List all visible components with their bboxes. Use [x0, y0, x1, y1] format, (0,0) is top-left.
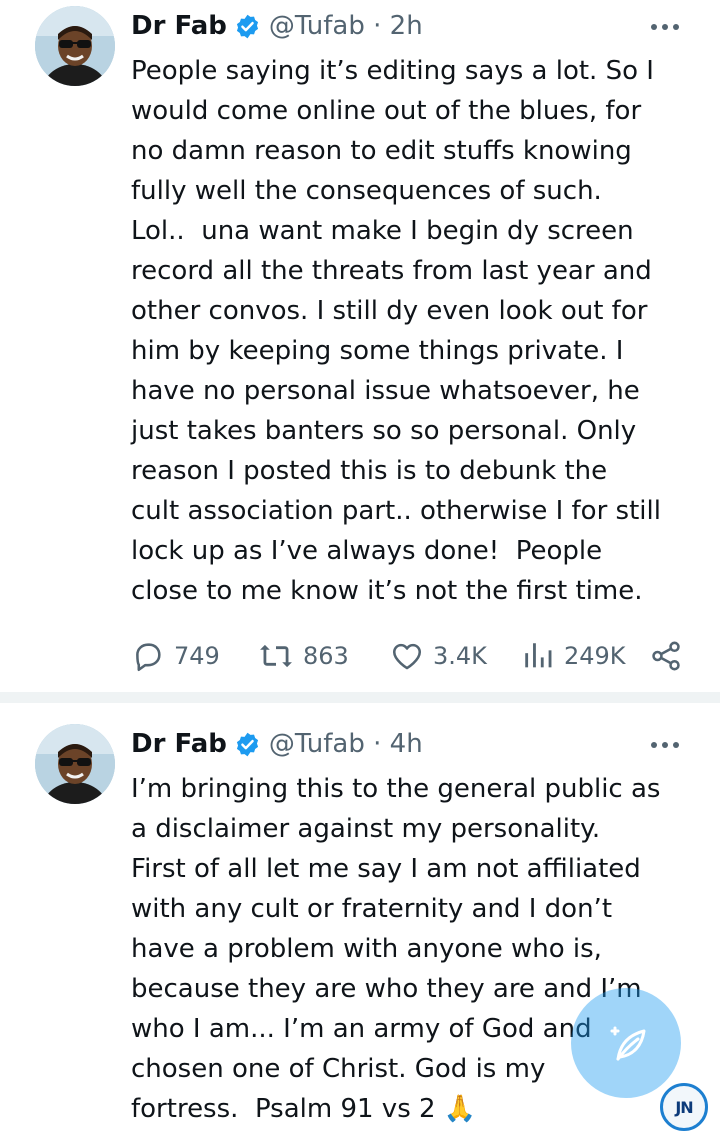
like-count: 3.4K	[433, 642, 487, 670]
verified-badge-icon	[234, 731, 261, 758]
like-icon	[392, 643, 422, 670]
author-name[interactable]: Dr Fab	[131, 11, 227, 41]
tweet-text: People saying it’s editing says a lot. S…	[131, 56, 661, 606]
reply-button[interactable]: 749	[131, 636, 220, 676]
tweet[interactable]: Dr Fab @Tufab · 2h People saying it’s ed…	[0, 0, 720, 692]
tweet-header: Dr Fab @Tufab · 2h	[131, 6, 423, 46]
repost-count: 863	[303, 642, 349, 670]
reply-count: 749	[174, 642, 220, 670]
reply-icon	[136, 643, 161, 672]
more-icon[interactable]	[648, 735, 682, 755]
repost-button[interactable]: 863	[258, 636, 349, 676]
repost-icon	[260, 644, 292, 668]
compose-button[interactable]	[571, 988, 681, 1098]
verified-badge-icon	[234, 13, 261, 40]
views-count: 249K	[564, 642, 626, 670]
handle-time[interactable]: @Tufab · 4h	[269, 729, 423, 759]
share-button[interactable]	[649, 636, 683, 676]
tweet-separator	[0, 692, 720, 703]
tweet-header: Dr Fab @Tufab · 4h	[131, 724, 423, 764]
views-icon	[525, 643, 552, 668]
avatar[interactable]	[35, 724, 115, 804]
tweet-actions: 749 863 3.4K 249K	[131, 636, 691, 676]
like-button[interactable]: 3.4K	[390, 636, 487, 676]
handle-time[interactable]: @Tufab · 2h	[269, 11, 423, 41]
share-icon	[652, 641, 680, 671]
watermark-logo: JN	[660, 1083, 708, 1131]
views-button[interactable]: 249K	[521, 636, 626, 676]
avatar[interactable]	[35, 6, 115, 86]
author-name[interactable]: Dr Fab	[131, 729, 227, 759]
compose-icon	[610, 1026, 646, 1061]
watermark-text: JN	[675, 1097, 693, 1117]
more-icon[interactable]	[648, 17, 682, 37]
